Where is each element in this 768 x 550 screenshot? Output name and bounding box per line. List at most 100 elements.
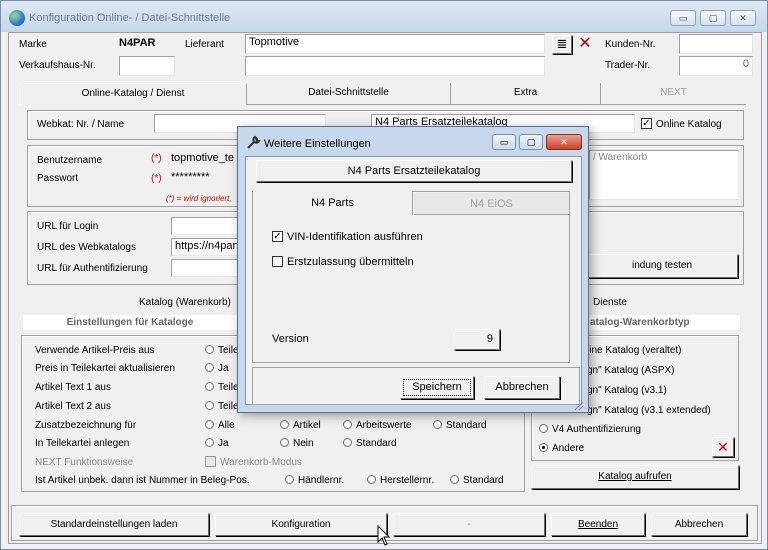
list-icon[interactable]: ≣	[552, 35, 572, 54]
resize-grip-icon[interactable]	[572, 399, 584, 411]
warenkorb-modus-label: Warenkorb-Modus	[220, 457, 302, 469]
wrench-icon	[247, 135, 261, 149]
url-auth-field[interactable]	[171, 259, 241, 277]
dialog-close-button[interactable]: ✕	[546, 134, 582, 150]
url-login-label: URL für Login	[37, 221, 99, 232]
version-label: Version	[272, 333, 309, 345]
unbek-option-standard[interactable]: Standard	[450, 474, 504, 486]
option-label: Teile	[218, 345, 239, 356]
warenkorb-modus-checkbox[interactable]: Warenkorb-Modus	[205, 456, 302, 469]
katalog-settings-title: Einstellungen für Kataloge	[23, 315, 237, 330]
option-label: Standard	[356, 438, 397, 449]
window-title: Konfiguration Online- / Datei-Schnittste…	[29, 12, 231, 24]
mouse-cursor-icon	[377, 525, 391, 546]
katalog-section-label: Katalog (Warenkorb)	[139, 297, 231, 308]
radio-selected-icon	[539, 442, 548, 452]
option-label: Herstellernr.	[380, 475, 434, 486]
option-label: Artikel	[293, 420, 321, 431]
preis-aktualisieren-option-ja[interactable]: Ja	[205, 362, 229, 374]
tab-datei-schnittstelle[interactable]: Datei-Schnittstelle	[247, 83, 451, 105]
dialog-abbrechen-button[interactable]: Abbrechen	[484, 376, 560, 399]
benutzer-required: (*)	[151, 153, 162, 164]
radio-icon	[343, 437, 352, 447]
title-bar[interactable]: Konfiguration Online- / Datei-Schnittste…	[1, 1, 767, 32]
anlegen-option-nein[interactable]: Nein	[280, 437, 314, 449]
dienste-option-aspx[interactable]: gn" Katalog (ASPX)	[587, 365, 675, 376]
dialog-maximize-button[interactable]: ▢	[519, 134, 543, 150]
verbindung-testen-button[interactable]: indung testen	[586, 254, 738, 278]
passwort-value[interactable]: *********	[171, 171, 210, 183]
kunden-nr-field[interactable]	[679, 34, 753, 54]
dialog-minimize-button[interactable]: ▭	[492, 134, 516, 150]
abbrechen-button[interactable]: Abbrechen	[651, 513, 747, 536]
dienste-option-v31-extended[interactable]: gn" Katalog (v3.1 extended)	[587, 405, 711, 416]
dienste-option-v4[interactable]: V4 Authentifizierung	[539, 423, 641, 435]
text1-option-teile[interactable]: Teile	[205, 381, 239, 393]
dialog-tab-n4-eios[interactable]: N4 EiOS	[414, 193, 569, 215]
trader-nr-field[interactable]: 0	[679, 56, 753, 76]
ignore-hint: (*) = wird ignoriert,	[166, 194, 232, 203]
dienste-option-v31[interactable]: gn" Katalog (v3.1)	[587, 385, 667, 396]
anlegen-option-standard[interactable]: Standard	[343, 437, 397, 449]
beenden-button[interactable]: Beenden	[551, 513, 645, 536]
erstzulassung-label: Erstzulassung übermitteln	[287, 256, 414, 268]
weitere-einstellungen-dialog: Weitere Einstellungen ▭ ▢ ✕ N4 Parts Ers…	[237, 126, 589, 413]
zusatz-option-alle[interactable]: Alle	[205, 419, 235, 431]
next-funktionsweise-label: NEXT Funktionsweise	[35, 457, 134, 468]
option-label: Alle	[218, 420, 235, 431]
konfiguration-button[interactable]: Konfiguration	[215, 513, 387, 536]
anlegen-option-ja[interactable]: Ja	[205, 437, 229, 449]
check-icon: ✓	[641, 118, 652, 129]
standard-laden-button[interactable]: Standardeinstellungen laden	[19, 513, 209, 536]
url-webkatalog-label: URL des Webkatalogs	[37, 242, 136, 253]
radio-icon	[280, 419, 289, 429]
marke-value: N4PAR	[119, 37, 156, 49]
tab-extra[interactable]: Extra	[451, 83, 601, 105]
unbek-label: Ist Artikel unbek. dann ist Nummer in Be…	[35, 475, 250, 486]
speichern-button[interactable]: Speichern	[400, 376, 474, 399]
zusatz-option-arbeitswerte[interactable]: Arbeitswerte	[343, 419, 412, 431]
unbek-option-herstellernr[interactable]: Herstellernr.	[367, 474, 434, 486]
zusatz-option-standard[interactable]: Standard	[433, 419, 487, 431]
warenkorb-field[interactable]: / Warenkorb	[589, 150, 739, 200]
minimize-button[interactable]: ▭	[670, 10, 696, 26]
option-label: Ja	[218, 363, 229, 374]
dienste-option-veraltet[interactable]: line Katalog (veraltet)	[587, 345, 682, 356]
dienste-delete-icon[interactable]: ✕	[712, 437, 734, 457]
unbek-option-haendlernr[interactable]: Händlernr.	[285, 474, 344, 486]
tab-next[interactable]: NEXT	[601, 83, 746, 105]
option-label: Standard	[463, 475, 504, 486]
maximize-button[interactable]: ▢	[700, 10, 726, 26]
url-auth-label: URL für Authentifizierung	[37, 263, 148, 274]
url-webkatalog-field[interactable]: https://n4part	[171, 238, 241, 256]
verkaufshaus-name-field[interactable]	[245, 56, 545, 76]
radio-icon	[205, 400, 214, 410]
zusatz-label: Zusatzbezeichnung für	[35, 420, 137, 431]
benutzer-value[interactable]: topmotive_te	[171, 152, 234, 164]
radio-icon	[280, 437, 289, 447]
radio-icon	[285, 474, 294, 484]
url-login-field[interactable]	[171, 217, 241, 235]
text1-label: Artikel Text 1 aus	[35, 382, 111, 393]
preis-aktualisieren-label: Preis in Teilekartei aktualisieren	[35, 363, 175, 374]
lieferant-field[interactable]: Topmotive	[245, 34, 545, 54]
dialog-tab-n4-parts[interactable]: N4 Parts	[253, 191, 413, 215]
dienste-option-andere[interactable]: Andere	[539, 442, 584, 454]
dialog-header-button[interactable]: N4 Parts Ersatzteilekatalog	[256, 160, 572, 182]
online-katalog-checkbox[interactable]: ✓ Online Katalog	[641, 118, 722, 130]
vin-checkbox[interactable]: ✓ VIN-Identifikation ausführen	[272, 230, 423, 243]
version-field[interactable]: 9	[454, 329, 500, 350]
close-button[interactable]: ✕	[730, 10, 756, 26]
verkaufshaus-field[interactable]	[119, 56, 175, 76]
katalog-aufrufen-button[interactable]: Katalog aufrufen	[531, 465, 739, 489]
erstzulassung-checkbox[interactable]: Erstzulassung übermitteln	[272, 255, 414, 268]
tab-online-katalog[interactable]: Online-Katalog / Dienst	[19, 83, 247, 105]
middle-button[interactable]: -	[393, 513, 545, 536]
zusatz-option-artikel[interactable]: Artikel	[280, 419, 321, 431]
vin-label: VIN-Identifikation ausführen	[287, 231, 423, 243]
trader-nr-label: Trader-Nr.	[605, 60, 651, 71]
text2-option-teile[interactable]: Teile	[205, 400, 239, 412]
delete-icon[interactable]: ✕	[575, 35, 595, 55]
radio-icon	[205, 419, 214, 429]
artikel-preis-option-teile[interactable]: Teile	[205, 344, 239, 356]
